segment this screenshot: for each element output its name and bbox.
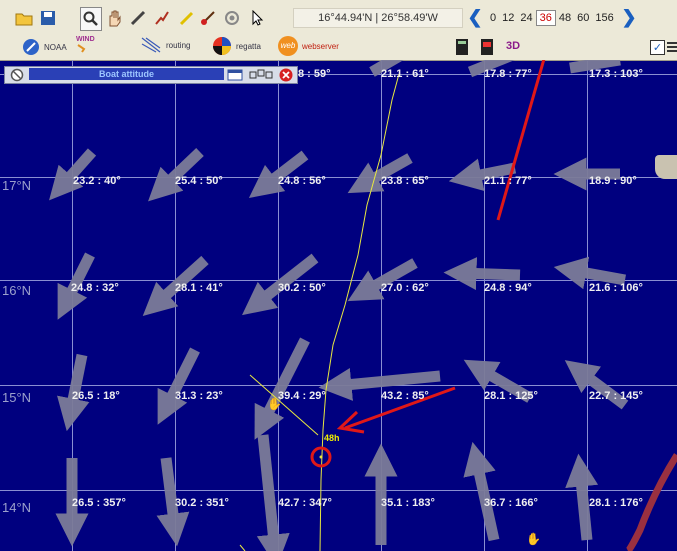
routing-label: routing bbox=[166, 40, 191, 50]
checkbox[interactable]: ✓ bbox=[650, 40, 665, 55]
wind-label: 28.1 : 41° bbox=[175, 282, 223, 294]
web-icon: web bbox=[278, 36, 298, 56]
wind-label: 21.6 : 106° bbox=[589, 282, 643, 294]
wind-arrows bbox=[49, 60, 629, 551]
noaa-button[interactable]: NOAA bbox=[22, 38, 67, 56]
wind-label: 22.7 : 145° bbox=[589, 390, 643, 402]
wind-arrow-icon bbox=[318, 368, 441, 401]
wind-label: 24.8 : 32° bbox=[71, 282, 119, 294]
pencil-icon[interactable] bbox=[176, 8, 196, 28]
annotation-arrow bbox=[496, 60, 546, 221]
track-time-label: 48h bbox=[324, 433, 340, 443]
wind-label: WIND bbox=[76, 36, 95, 43]
main-toolbar: 16°44.94'N | 26°58.49'W ❮ 0 12 24 36 48 … bbox=[0, 0, 677, 35]
coordinates-display: 16°44.94'N | 26°58.49'W bbox=[293, 8, 463, 28]
pan-hand-icon[interactable] bbox=[104, 8, 124, 28]
boat-attitude-panel[interactable]: Boat attitude bbox=[4, 66, 298, 84]
wind-arrow-icon bbox=[57, 252, 95, 320]
save-icon[interactable] bbox=[38, 8, 58, 28]
wind-label: 23.2 : 40° bbox=[73, 175, 121, 187]
route-line-icon[interactable] bbox=[152, 8, 172, 28]
wind-label: 18.9 : 90° bbox=[589, 175, 637, 187]
webserver-label: webserver bbox=[302, 41, 339, 51]
wind-label: 42.7 : 347° bbox=[278, 497, 332, 509]
wind-arrow-icon bbox=[569, 60, 621, 74]
hour-option[interactable]: 60 bbox=[574, 12, 592, 24]
hand-cursor-icon: ✋ bbox=[267, 397, 282, 411]
wind-arrow-icon bbox=[443, 257, 521, 291]
routing-icon bbox=[141, 37, 161, 53]
wind-label: 36.7 : 166° bbox=[484, 497, 538, 509]
wind-label: 24.8 : 94° bbox=[484, 282, 532, 294]
zoom-icon[interactable] bbox=[80, 7, 102, 31]
hour-option[interactable]: 24 bbox=[517, 12, 535, 24]
wind-label: 17.8 : 77° bbox=[484, 68, 532, 80]
wind-label: 25.4 : 50° bbox=[175, 175, 223, 187]
wind-label: 8 : 59° bbox=[298, 68, 331, 80]
wind-label: 31.3 : 23° bbox=[175, 390, 223, 402]
wind-label: 23.8 : 65° bbox=[381, 175, 429, 187]
wind-arrow-icon bbox=[565, 453, 599, 541]
wind-button[interactable]: WIND bbox=[76, 36, 95, 53]
regatta-icon bbox=[213, 37, 231, 55]
wind-label: 28.1 : 176° bbox=[589, 497, 643, 509]
wind-label: 17.3 : 103° bbox=[589, 68, 643, 80]
open-folder-icon[interactable] bbox=[14, 8, 34, 28]
hour-option[interactable]: 156 bbox=[592, 12, 616, 24]
map-overlay bbox=[49, 60, 677, 551]
menu-icon[interactable] bbox=[666, 39, 677, 55]
wind-label: 26.5 : 357° bbox=[72, 497, 126, 509]
disable-icon[interactable] bbox=[10, 68, 24, 82]
webserver-button[interactable]: web webserver bbox=[278, 36, 339, 56]
wind-arrow-icon bbox=[77, 44, 86, 53]
wind-arrow-icon bbox=[254, 337, 310, 440]
wind-label: 21.1 : 61° bbox=[381, 68, 429, 80]
brush-icon[interactable] bbox=[198, 8, 218, 28]
wind-label: 24.8 : 56° bbox=[278, 175, 326, 187]
hour-option[interactable]: 0 bbox=[487, 12, 499, 24]
device-icon[interactable] bbox=[478, 36, 496, 56]
wind-label: 26.5 : 18° bbox=[72, 390, 120, 402]
3d-button[interactable]: 3D bbox=[506, 40, 520, 52]
regatta-label: regatta bbox=[236, 41, 261, 51]
panel-title: Boat attitude bbox=[29, 68, 224, 80]
hour-option[interactable]: 12 bbox=[499, 12, 517, 24]
routing-button[interactable]: routing bbox=[140, 36, 190, 54]
prev-arrow-icon[interactable]: ❮ bbox=[466, 7, 484, 27]
wind-label: 30.2 : 351° bbox=[175, 497, 229, 509]
close-icon[interactable] bbox=[279, 68, 293, 82]
wind-label: 39.4 : 29° bbox=[278, 390, 326, 402]
hour-option-selected[interactable]: 36 bbox=[535, 10, 556, 26]
wind-label: 28.1 : 125° bbox=[484, 390, 538, 402]
pointer-icon[interactable] bbox=[248, 8, 268, 28]
track-segment bbox=[239, 544, 246, 551]
wind-label: 35.1 : 183° bbox=[381, 497, 435, 509]
wind-arrow-icon bbox=[553, 256, 626, 290]
forecast-hours: 0 12 24 36 48 60 156 bbox=[487, 8, 617, 28]
regatta-button[interactable]: regatta bbox=[212, 36, 261, 56]
wind-label: 30.2 : 50° bbox=[278, 282, 326, 294]
boat-track bbox=[319, 73, 400, 551]
dock-icon[interactable] bbox=[249, 69, 273, 81]
noaa-label: NOAA bbox=[44, 42, 67, 52]
next-arrow-icon[interactable]: ❯ bbox=[620, 7, 638, 27]
window-icon[interactable] bbox=[227, 69, 243, 81]
wind-arrow-icon bbox=[256, 434, 290, 551]
wind-map[interactable]: 17°N 16°N 15°N 14°N 48h 8: 59° 21.1: 6… bbox=[0, 60, 677, 551]
wind-arrow-icon bbox=[57, 353, 90, 432]
hour-option[interactable]: 48 bbox=[556, 12, 574, 24]
wind-label: 43.2 : 85° bbox=[381, 390, 429, 402]
target-icon[interactable] bbox=[222, 8, 242, 28]
globe-icon bbox=[23, 39, 39, 55]
calculator-icon[interactable] bbox=[454, 38, 470, 56]
wind-label: 21.1 : 77° bbox=[484, 175, 532, 187]
ruler-icon[interactable] bbox=[128, 8, 148, 28]
wind-arrow-icon bbox=[156, 457, 190, 547]
wind-label: 27.0 : 62° bbox=[381, 282, 429, 294]
hand-cursor-icon: ✋ bbox=[526, 532, 541, 546]
boat-position bbox=[319, 455, 323, 459]
